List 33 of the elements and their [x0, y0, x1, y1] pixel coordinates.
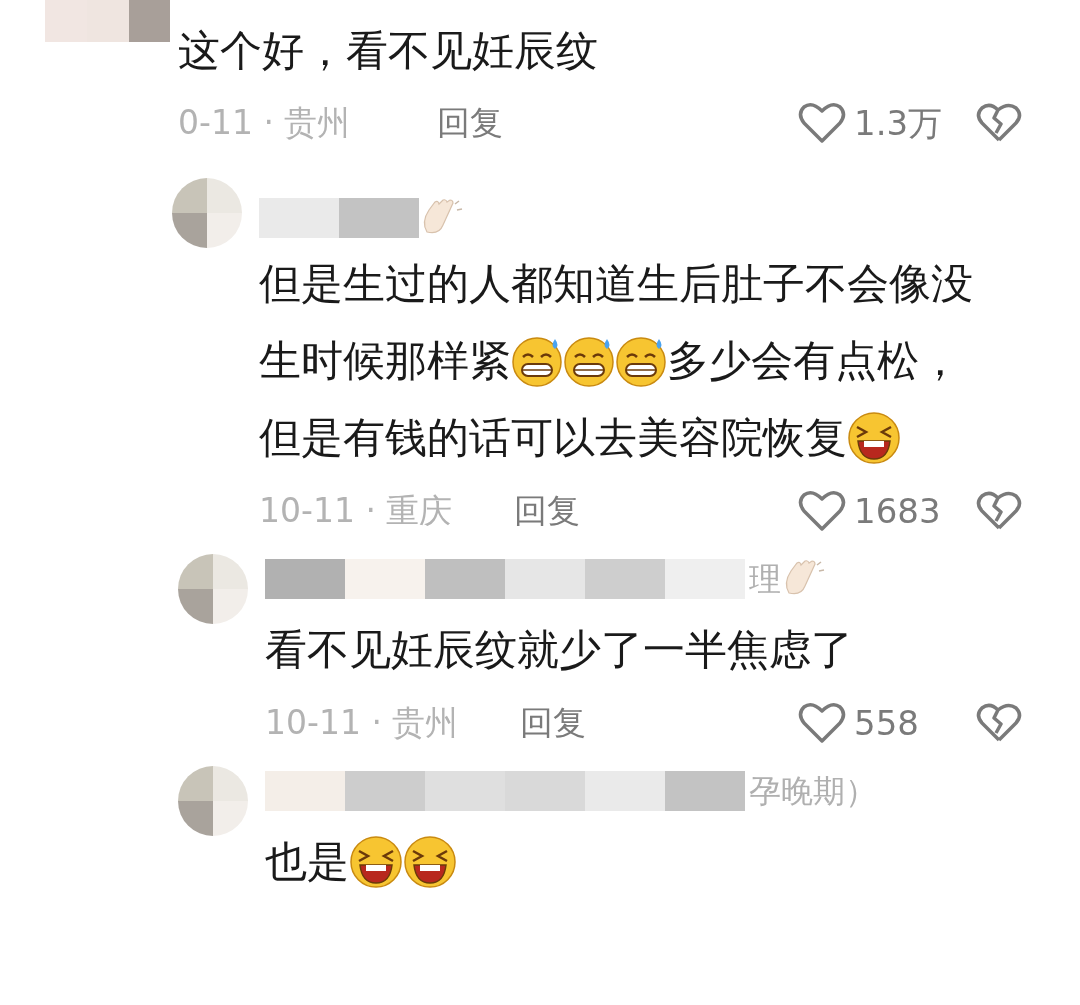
avatar[interactable] [172, 178, 242, 248]
broken-heart-icon[interactable] [976, 703, 1022, 743]
commenter-name[interactable]: 孕晚期） [749, 766, 877, 815]
broken-heart-icon[interactable] [976, 491, 1022, 531]
date-location: 10-11 · 重庆 [259, 490, 454, 533]
reply-button[interactable]: 回复 [520, 698, 586, 748]
comment-text: 但是生过的人都知道生后肚子不会像没 [259, 258, 973, 310]
avatar[interactable] [178, 554, 248, 624]
like-count: 1683 [853, 489, 942, 533]
heart-icon[interactable] [798, 702, 846, 744]
avatar[interactable] [178, 766, 248, 836]
comment-text: 多少会有点松， [667, 335, 961, 387]
date-location: 10-11 · 贵州 [265, 702, 460, 745]
grinning-sweat-emoji-icon [563, 334, 615, 387]
broken-heart-icon[interactable] [976, 103, 1022, 143]
laughing-emoji-icon [847, 410, 901, 465]
commenter-name[interactable]: 理 [749, 554, 781, 603]
date-location: 0-11 · 贵州 [178, 102, 352, 145]
laughing-emoji-icon [403, 834, 457, 889]
like-count: 558 [853, 701, 920, 745]
reply-button[interactable]: 回复 [514, 486, 580, 536]
comment-text: 生时候那样紧 [259, 335, 511, 387]
comment-text: 也是 [265, 836, 349, 888]
reply-button[interactable]: 回复 [437, 98, 503, 148]
grinning-sweat-emoji-icon [511, 334, 563, 387]
comment-text: 但是有钱的话可以去美容院恢复 [259, 412, 847, 464]
like-count: 1.3万 [853, 101, 944, 145]
grinning-sweat-emoji-icon [615, 334, 667, 387]
comment-text: 这个好，看不见妊辰纹 [178, 24, 598, 77]
heart-icon[interactable] [798, 102, 846, 144]
comment-text: 看不见妊辰纹就少了一半焦虑了 [265, 624, 853, 676]
heart-icon[interactable] [798, 490, 846, 532]
laughing-emoji-icon [349, 834, 403, 889]
